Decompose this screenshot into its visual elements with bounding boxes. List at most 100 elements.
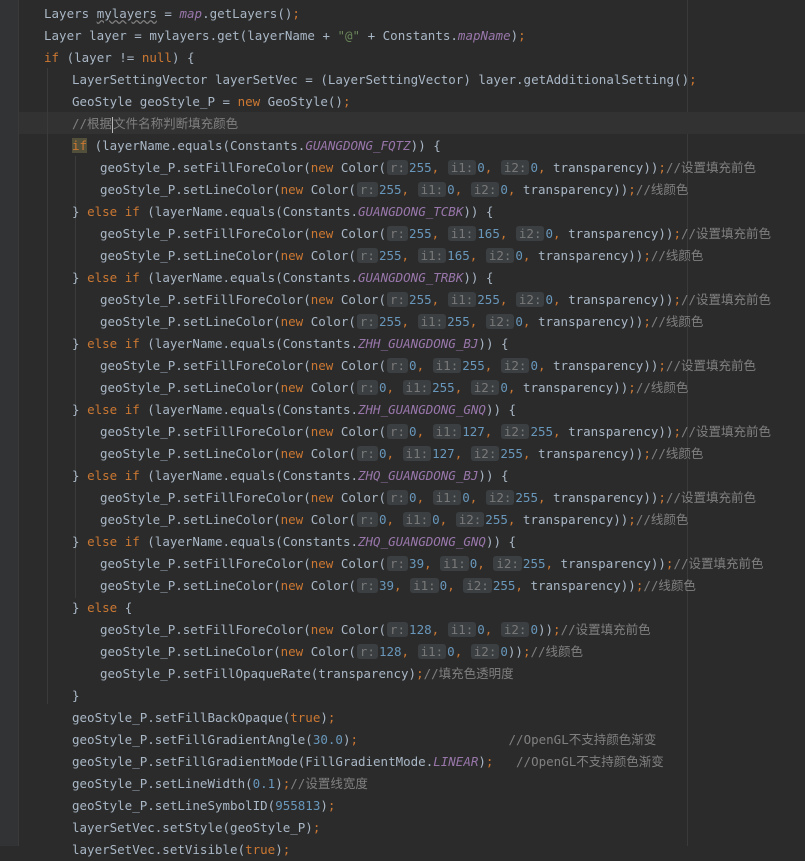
comment-token: //线颜色: [643, 578, 696, 593]
keyword-token: ;: [628, 182, 636, 197]
keyword-token: else if: [87, 402, 140, 417]
code-token: transparency)): [515, 182, 629, 197]
code-line[interactable]: geoStyle_P.setLineColor(new Color(r: 0, i…: [100, 377, 688, 399]
code-token: geoStyle_P.setLineColor(: [100, 248, 281, 263]
code-token: LayerSettingVector layerSetVec = (LayerS…: [72, 72, 690, 87]
number-token: 0: [409, 358, 417, 373]
comment-token: //设置填充前色: [665, 490, 756, 505]
code-line[interactable]: geoStyle_P.setFillGradientMode(FillGradi…: [72, 751, 664, 773]
code-line[interactable]: geoStyle_P.setFillForeColor(new Color(r:…: [100, 223, 771, 245]
param-hint: r:: [356, 578, 378, 593]
code-line[interactable]: geoStyle_P.setLineColor(new Color(r: 0, i…: [100, 509, 688, 531]
code-token: geoStyle_P.setFillBackOpaque(: [72, 710, 291, 725]
code-line[interactable]: geoStyle_P.setLineColor(new Color(r: 0, i…: [100, 443, 703, 465]
comment-token: //线颜色: [635, 512, 689, 527]
code-line[interactable]: } else if (layerName.equals(Constants.GU…: [72, 267, 493, 289]
code-line[interactable]: geoStyle_P.setFillForeColor(new Color(r:…: [100, 487, 756, 509]
keyword-token: ,: [416, 424, 425, 439]
code-token: }: [72, 534, 88, 549]
code-line[interactable]: geoStyle_P.setFillForeColor(new Color(r:…: [100, 355, 756, 377]
code-line[interactable]: geoStyle_P.setFillForeColor(new Color(r:…: [100, 421, 771, 443]
code-line[interactable]: if (layer != null) {: [44, 47, 195, 69]
param-hint: i2:: [470, 446, 500, 461]
keyword-token: ,: [477, 556, 485, 571]
code-line[interactable]: geoStyle_P.setFillGradientAngle(30.0); /…: [72, 729, 656, 751]
code-token: (layerName.equals(Constants.: [139, 204, 358, 219]
code-line[interactable]: GeoStyle geoStyle_P = new GeoStyle();: [72, 91, 350, 113]
code-line[interactable]: geoStyle_P.setFillForeColor(new Color(r:…: [100, 553, 764, 575]
code-line[interactable]: geoStyle_P.setFillForeColor(new Color(r:…: [100, 619, 651, 641]
code-line[interactable]: geoStyle_P.setLineWidth(0.1);//设置线宽度: [72, 773, 368, 795]
code-line[interactable]: } else if (layerName.equals(Constants.ZH…: [72, 465, 509, 487]
code-token: geoStyle_P.setLineColor(: [100, 512, 281, 527]
number-token: 165: [447, 248, 470, 263]
code-line[interactable]: geoStyle_P.setLineColor(new Color(r: 255,…: [100, 179, 688, 201]
keyword-token: ,: [553, 226, 561, 241]
code-token: geoStyle_P.setFillGradientMode(FillGradi…: [72, 754, 434, 769]
code-line[interactable]: } else if (layerName.equals(Constants.ZH…: [72, 333, 509, 355]
code-token: geoStyle_P.setLineColor(: [100, 182, 281, 197]
comment-token: //设置填充前色: [665, 160, 756, 175]
code-token: geoStyle_P.setFillForeColor(: [100, 556, 311, 571]
code-line[interactable]: geoStyle_P.setFillBackOpaque(true);: [72, 707, 335, 729]
code-line[interactable]: geoStyle_P.setFillForeColor(new Color(r:…: [100, 157, 756, 179]
code-token: ): [320, 710, 328, 725]
code-token: )) {: [463, 270, 494, 285]
code-token: transparency)): [530, 446, 644, 461]
code-line[interactable]: Layer layer = mylayers.get(layerName + "…: [44, 25, 526, 47]
keyword-token: ,: [537, 490, 546, 505]
code-line[interactable]: } else if (layerName.equals(Constants.ZH…: [72, 399, 516, 421]
code-line[interactable]: geoStyle_P.setLineColor(new Color(r: 255,…: [100, 245, 703, 267]
keyword-token: ,: [537, 358, 546, 373]
code-token: geoStyle_P.setLineColor(: [100, 314, 281, 329]
keyword-token: new: [310, 358, 334, 373]
code-line[interactable]: Layers mylayers = map.getLayers();: [44, 3, 300, 25]
code-token: }: [72, 600, 88, 615]
keyword-token: ;: [292, 6, 300, 21]
keyword-token: ;: [658, 490, 666, 505]
param-hint: i2:: [470, 182, 500, 197]
code-line[interactable]: } else if (layerName.equals(Constants.GU…: [72, 201, 493, 223]
keyword-token: else if: [87, 534, 140, 549]
code-line[interactable]: geoStyle_P.setLineColor(new Color(r: 128,…: [100, 641, 583, 663]
number-token: 255: [378, 248, 402, 263]
code-token: ) {: [171, 50, 195, 65]
param-hint: i1:: [417, 644, 447, 659]
code-line[interactable]: geoStyle_P.setLineColor(new Color(r: 39, …: [100, 575, 696, 597]
code-line[interactable]: geoStyle_P.setLineSymbolID(955813);: [72, 795, 335, 817]
code-line[interactable]: geoStyle_P.setFillOpaqueRate(transparenc…: [100, 663, 514, 685]
param-hint: r:: [386, 490, 409, 505]
number-token: 0: [477, 160, 485, 175]
keyword-token: ;: [643, 314, 651, 329]
keyword-token: ;: [689, 72, 697, 87]
keyword-token: ;: [643, 248, 651, 263]
code-token: )) {: [463, 204, 494, 219]
code-line[interactable]: geoStyle_P.setFillForeColor(new Color(r:…: [100, 289, 771, 311]
code-token: Color(: [303, 182, 356, 197]
param-hint: r:: [386, 292, 409, 307]
code-line[interactable]: geoStyle_P.setLineColor(new Color(r: 255,…: [100, 311, 703, 333]
keyword-token: new: [237, 94, 261, 109]
code-line[interactable]: LayerSettingVector layerSetVec = (LayerS…: [72, 69, 697, 91]
param-hint: r:: [386, 160, 409, 175]
code-line[interactable]: }: [72, 685, 80, 707]
param-hint: i2:: [515, 226, 545, 241]
field-token: GUANGDONG_TCBK: [358, 204, 464, 219]
code-line[interactable]: layerSetVec.setStyle(geoStyle_P);: [72, 817, 320, 839]
number-token: 0: [530, 622, 538, 637]
code-line[interactable]: //根据文件名称判断填充颜色: [72, 113, 238, 135]
code-line[interactable]: if (layerName.equals(Constants.GUANGDONG…: [72, 135, 441, 157]
code-line[interactable]: } else if (layerName.equals(Constants.ZH…: [72, 531, 516, 553]
param-hint: i1:: [417, 248, 447, 263]
field-token: GUANGDONG_FQTZ: [305, 138, 411, 153]
keyword-token: ;: [553, 622, 561, 637]
code-line[interactable]: } else {: [72, 597, 132, 619]
param-hint: i2:: [470, 644, 500, 659]
param-hint: i2:: [485, 490, 515, 505]
code-line[interactable]: layerSetVec.setVisible(true);: [72, 839, 290, 861]
